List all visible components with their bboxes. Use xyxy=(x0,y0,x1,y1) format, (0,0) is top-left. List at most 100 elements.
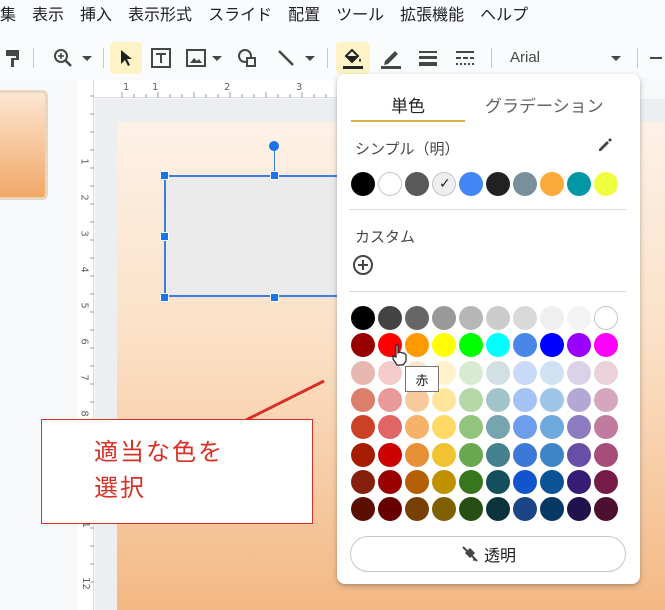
simple-color-swatch[interactable] xyxy=(513,172,537,196)
palette-color-swatch[interactable] xyxy=(459,442,483,467)
font-family-select[interactable]: Arial xyxy=(510,42,540,74)
palette-color-swatch[interactable] xyxy=(432,333,456,358)
palette-color-swatch[interactable] xyxy=(351,306,375,330)
tab-solid[interactable]: 単色 xyxy=(391,92,425,117)
palette-color-swatch[interactable] xyxy=(513,333,537,358)
palette-color-swatch[interactable] xyxy=(594,415,618,440)
palette-color-swatch[interactable] xyxy=(378,415,402,440)
palette-color-swatch[interactable] xyxy=(405,497,429,522)
menu-item-arrange[interactable]: 配置 xyxy=(288,0,328,30)
paint-format-icon[interactable] xyxy=(2,42,24,74)
palette-color-swatch[interactable] xyxy=(594,387,618,412)
palette-color-swatch[interactable] xyxy=(351,469,375,494)
palette-color-swatch[interactable] xyxy=(567,469,591,494)
palette-color-swatch[interactable] xyxy=(351,497,375,522)
menu-item-extensions[interactable]: 拡張機能 xyxy=(400,0,472,30)
rotation-handle[interactable] xyxy=(269,141,279,151)
palette-color-swatch[interactable] xyxy=(351,415,375,440)
simple-color-swatch[interactable] xyxy=(540,172,564,196)
palette-color-swatch[interactable] xyxy=(459,333,483,358)
palette-color-swatch[interactable] xyxy=(486,387,510,412)
menu-item-help[interactable]: ヘルプ xyxy=(480,0,536,30)
palette-color-swatch[interactable] xyxy=(432,469,456,494)
simple-color-swatch[interactable] xyxy=(567,172,591,196)
palette-color-swatch[interactable] xyxy=(378,497,402,522)
simple-color-swatch[interactable] xyxy=(594,172,618,196)
palette-color-swatch[interactable] xyxy=(378,387,402,412)
palette-color-swatch[interactable] xyxy=(567,442,591,467)
palette-color-swatch[interactable] xyxy=(459,306,483,330)
chevron-down-icon[interactable] xyxy=(611,56,621,61)
add-custom-color-icon[interactable] xyxy=(353,255,373,275)
palette-color-swatch[interactable] xyxy=(540,469,564,494)
border-dash-icon[interactable] xyxy=(450,42,480,74)
simple-color-swatch[interactable] xyxy=(459,172,483,196)
palette-color-swatch[interactable] xyxy=(486,360,510,385)
palette-color-swatch[interactable] xyxy=(594,442,618,467)
palette-color-swatch[interactable] xyxy=(459,387,483,412)
simple-color-swatch[interactable]: ✓ xyxy=(432,172,456,196)
palette-color-swatch[interactable] xyxy=(594,333,618,358)
palette-color-swatch[interactable] xyxy=(486,306,510,330)
simple-color-swatch[interactable] xyxy=(486,172,510,196)
palette-color-swatch[interactable] xyxy=(540,306,564,330)
palette-color-swatch[interactable] xyxy=(594,306,618,330)
palette-color-swatch[interactable] xyxy=(513,387,537,412)
palette-color-swatch[interactable] xyxy=(405,442,429,467)
menu-item-slide[interactable]: スライド xyxy=(208,0,280,30)
palette-color-swatch[interactable] xyxy=(459,469,483,494)
palette-color-swatch[interactable] xyxy=(594,469,618,494)
palette-color-swatch[interactable] xyxy=(540,360,564,385)
selected-rectangle-shape[interactable] xyxy=(164,175,344,297)
palette-color-swatch[interactable] xyxy=(378,469,402,494)
edit-palette-icon[interactable] xyxy=(596,136,614,154)
select-icon[interactable] xyxy=(110,42,142,74)
decrease-font-size-icon[interactable] xyxy=(646,42,665,74)
palette-color-swatch[interactable] xyxy=(459,415,483,440)
palette-color-swatch[interactable] xyxy=(513,415,537,440)
palette-color-swatch[interactable] xyxy=(405,469,429,494)
palette-color-swatch[interactable] xyxy=(351,333,375,358)
palette-color-swatch[interactable] xyxy=(567,497,591,522)
palette-color-swatch[interactable] xyxy=(486,469,510,494)
menu-item-0[interactable]: 集 xyxy=(0,0,24,30)
palette-color-swatch[interactable] xyxy=(513,306,537,330)
slide-thumbnail[interactable] xyxy=(0,90,48,200)
simple-color-swatch[interactable] xyxy=(405,172,429,196)
palette-color-swatch[interactable] xyxy=(513,360,537,385)
palette-color-swatch[interactable] xyxy=(567,360,591,385)
palette-color-swatch[interactable] xyxy=(351,442,375,467)
palette-color-swatch[interactable] xyxy=(378,442,402,467)
resize-handle-top-left[interactable] xyxy=(160,171,169,180)
palette-color-swatch[interactable] xyxy=(567,415,591,440)
palette-color-swatch[interactable] xyxy=(540,415,564,440)
resize-handle-bottom-left[interactable] xyxy=(160,293,169,302)
fill-color-icon[interactable] xyxy=(336,42,370,74)
palette-color-swatch[interactable] xyxy=(513,442,537,467)
palette-color-swatch[interactable] xyxy=(486,497,510,522)
palette-color-swatch[interactable] xyxy=(351,387,375,412)
palette-color-swatch[interactable] xyxy=(486,442,510,467)
palette-color-swatch[interactable] xyxy=(405,415,429,440)
palette-color-swatch[interactable] xyxy=(567,333,591,358)
text-box-icon[interactable] xyxy=(146,42,176,74)
palette-color-swatch[interactable] xyxy=(459,360,483,385)
palette-color-swatch[interactable] xyxy=(513,469,537,494)
menu-item-format[interactable]: 表示形式 xyxy=(128,0,200,30)
palette-color-swatch[interactable] xyxy=(486,333,510,358)
resize-handle-left[interactable] xyxy=(160,232,169,241)
palette-color-swatch[interactable] xyxy=(540,387,564,412)
palette-color-swatch[interactable] xyxy=(405,306,429,330)
palette-color-swatch[interactable] xyxy=(432,306,456,330)
palette-color-swatch[interactable] xyxy=(378,306,402,330)
palette-color-swatch[interactable] xyxy=(513,497,537,522)
palette-color-swatch[interactable] xyxy=(459,497,483,522)
resize-handle-top[interactable] xyxy=(270,171,279,180)
simple-color-swatch[interactable] xyxy=(351,172,375,196)
palette-color-swatch[interactable] xyxy=(567,387,591,412)
palette-color-swatch[interactable] xyxy=(432,442,456,467)
palette-color-swatch[interactable] xyxy=(351,360,375,385)
palette-color-swatch[interactable] xyxy=(540,497,564,522)
palette-color-swatch[interactable] xyxy=(432,415,456,440)
palette-color-swatch[interactable] xyxy=(567,306,591,330)
